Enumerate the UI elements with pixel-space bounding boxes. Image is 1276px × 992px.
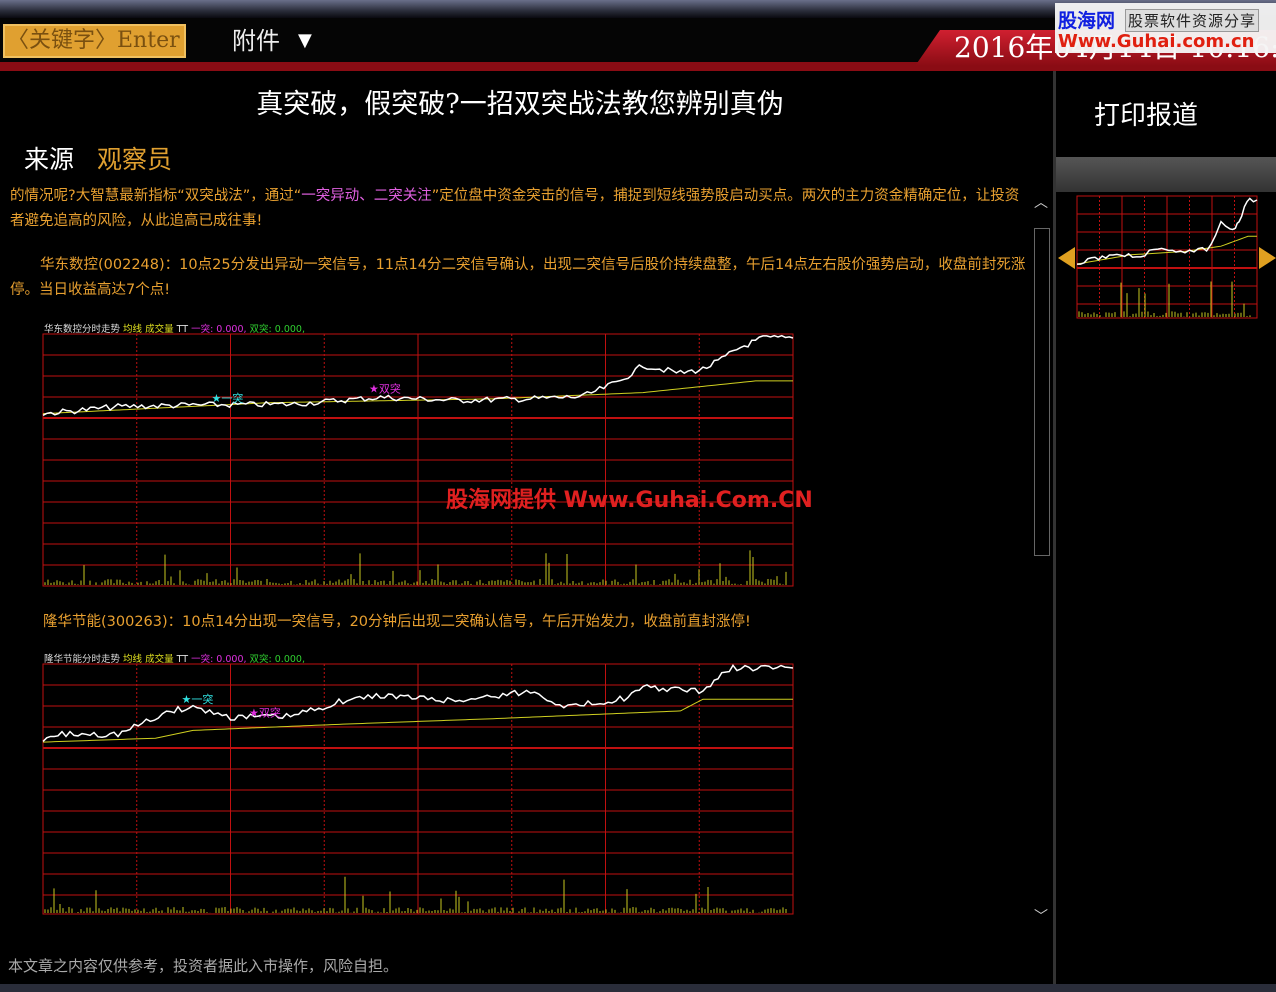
- scrollbar-thumb[interactable]: [1034, 228, 1050, 556]
- source-label: 来源: [24, 145, 75, 174]
- previous-arrow-icon[interactable]: [1058, 247, 1075, 269]
- bottom-bar: [0, 984, 1276, 992]
- print-report-button[interactable]: 打印报道: [1094, 95, 1198, 132]
- paragraph-case-2: 隆华节能(300263)：10点14分出现一突信号，20分钟后出现二突确认信号，…: [43, 614, 751, 630]
- logo-name: 股海网: [1058, 10, 1116, 32]
- scroll-up-icon[interactable]: ︿: [1034, 192, 1048, 212]
- logo-url: Www.Guhai.com.cn: [1058, 31, 1255, 52]
- signal-2-marker: ★双突: [369, 382, 401, 396]
- article-title: 真突破，假突破?一招双突战法教您辨别真伪: [256, 89, 784, 120]
- intraday-chart-1: ★一突 ★双突 华东数控分时走势 均线 成交量 TT 一突: 0.000, 双突: …: [42, 323, 794, 587]
- disclaimer: 本文章之内容仅供参考，投资者据此入市操作，风险自担。: [8, 957, 399, 975]
- text: 的情况呢?大智慧最新指标“双突战法”，通过“: [10, 188, 302, 204]
- watermark-logo: 股海网 股票软件资源分享 Www.Guhai.com.cn: [1055, 3, 1276, 53]
- signal-1-marker: ★一突: [182, 692, 214, 706]
- source-value: 观察员: [97, 145, 173, 174]
- keyword-search-input[interactable]: 〈关键字〉Enter: [3, 24, 186, 58]
- logo-tagline: 股票软件资源分享: [1125, 9, 1260, 32]
- scroll-down-icon[interactable]: ﹀: [1034, 906, 1048, 926]
- chart-legend: 华东数控分时走势 均线 成交量 TT 一突: 0.000, 双突: 0.000,: [44, 323, 305, 335]
- intraday-chart-2: ★一突 ★双突 隆华节能分时走势 均线 成交量 TT 一突: 0.000, 双突: …: [42, 653, 794, 915]
- chart-legend: 隆华节能分时走势 均线 成交量 TT 一突: 0.000, 双突: 0.000,: [44, 653, 305, 665]
- watermark-text: 股海网提供 Www.Guhai.Com.CN: [446, 488, 813, 513]
- dropdown-arrow-icon[interactable]: ▼: [298, 24, 312, 58]
- paragraph-case-1: 华东数控(002248)：10点25分发出异动一突信号，11点14分二突信号确认…: [10, 257, 1026, 298]
- attachment-menu[interactable]: 附件: [232, 24, 280, 58]
- sidebar-header: [1056, 157, 1276, 192]
- signal-1-marker: ★一突: [212, 391, 244, 405]
- chart-thumbnail[interactable]: [1074, 192, 1260, 320]
- paragraph-intro: 的情况呢?大智慧最新指标“双突战法”，通过“一突异动、二突关注”定位盘中资金突击…: [10, 184, 1030, 234]
- next-arrow-icon[interactable]: [1259, 247, 1276, 269]
- signal-2-marker: ★双突: [249, 705, 281, 719]
- highlight-text: 一突异动、二突关注: [301, 188, 432, 204]
